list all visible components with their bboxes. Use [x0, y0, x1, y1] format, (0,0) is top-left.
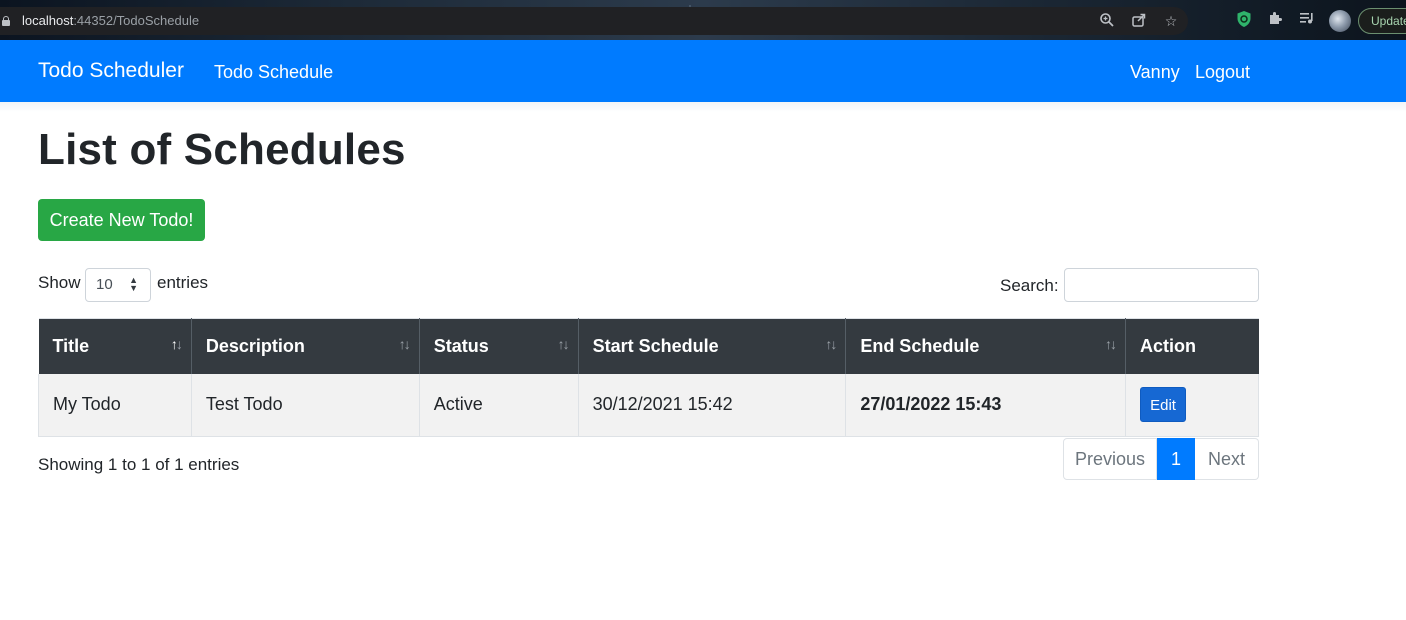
column-header-status[interactable]: Status ↑↓: [419, 318, 579, 374]
profile-avatar[interactable]: [1329, 10, 1351, 32]
nav-link-logout[interactable]: Logout: [1195, 61, 1250, 83]
pagination-previous[interactable]: Previous: [1063, 438, 1157, 480]
table-header-row: Title ↑↓ Description ↑↓ Status ↑↓ Start Sch…: [38, 318, 1259, 374]
lock-icon[interactable]: [2, 16, 10, 26]
column-header-description[interactable]: Description ↑↓: [191, 318, 420, 374]
cell-description: Test Todo: [191, 373, 420, 437]
zoom-icon[interactable]: [1098, 12, 1116, 30]
address-bar[interactable]: localhost:44352/TodoSchedule ☆: [0, 7, 1188, 35]
page-title: List of Schedules: [38, 125, 406, 174]
media-playlist-icon[interactable]: [1297, 10, 1317, 30]
navbar-shadow: [0, 102, 1406, 112]
table-info: Showing 1 to 1 of 1 entries: [38, 455, 240, 474]
select-caret-icon: ▲ ▼: [129, 275, 138, 293]
pagination-page-1[interactable]: 1: [1157, 438, 1195, 480]
page-size-select[interactable]: 10 ▲ ▼: [85, 268, 151, 302]
bookmark-star-icon[interactable]: ☆: [1162, 12, 1180, 30]
sort-icon: ↑↓: [825, 336, 837, 352]
column-header-action: Action: [1125, 318, 1259, 374]
browser-toolbar: localhost:44352/TodoSchedule ☆ Update: [0, 0, 1406, 40]
search-input[interactable]: [1064, 268, 1259, 302]
sort-icon: ↑↓: [1105, 336, 1117, 352]
create-todo-button[interactable]: Create New Todo!: [38, 199, 205, 241]
browser-update-button[interactable]: Update: [1358, 8, 1406, 34]
schedules-table: Title ↑↓ Description ↑↓ Status ↑↓ Start Sch…: [38, 318, 1259, 437]
nav-link-user[interactable]: Vanny: [1130, 61, 1180, 83]
page-size-value: 10: [96, 276, 113, 293]
extensions-puzzle-icon[interactable]: [1265, 10, 1285, 30]
pagination: Previous 1 Next: [1063, 438, 1259, 480]
cell-status: Active: [419, 373, 579, 437]
navbar-brand[interactable]: Todo Scheduler: [38, 58, 184, 84]
show-label: Show: [38, 273, 81, 292]
column-header-end-schedule[interactable]: End Schedule ↑↓: [845, 318, 1127, 374]
cell-action: Edit: [1125, 373, 1259, 437]
edit-button[interactable]: Edit: [1140, 387, 1187, 423]
column-header-start-schedule[interactable]: Start Schedule ↑↓: [578, 318, 847, 374]
column-header-title[interactable]: Title ↑↓: [38, 318, 192, 374]
cell-start-schedule: 30/12/2021 15:42: [578, 373, 847, 437]
share-icon[interactable]: [1130, 12, 1148, 30]
sort-icon: ↑↓: [170, 336, 183, 352]
shield-extension-icon[interactable]: [1234, 10, 1254, 30]
nav-link-todo-schedule[interactable]: Todo Schedule: [214, 61, 333, 83]
table-row: My Todo Test Todo Active 30/12/2021 15:4…: [38, 373, 1259, 437]
cell-title: My Todo: [38, 373, 192, 437]
app-navbar: Todo Scheduler Todo Schedule Vanny Logou…: [0, 40, 1406, 102]
sort-icon: ↑↓: [398, 336, 411, 352]
entries-label: entries: [157, 273, 209, 292]
cell-end-schedule: 27/01/2022 15:43: [845, 373, 1127, 437]
search-label: Search:: [1000, 276, 1059, 295]
sort-icon: ↑↓: [557, 336, 570, 352]
url-text[interactable]: localhost:44352/TodoSchedule: [22, 13, 199, 29]
pagination-next[interactable]: Next: [1195, 438, 1259, 480]
